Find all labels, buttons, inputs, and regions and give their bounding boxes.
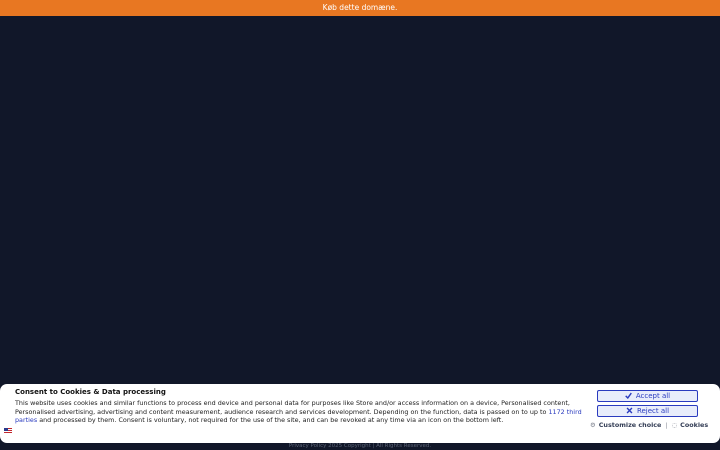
reject-all-button[interactable]: Reject all: [597, 405, 698, 417]
privacy-policy-link[interactable]: Privacy Policy: [289, 443, 326, 449]
options-separator: |: [665, 421, 668, 429]
buy-domain-banner[interactable]: Køb dette domæne.: [0, 0, 720, 16]
consent-description: This website uses cookies and similar fu…: [15, 399, 585, 425]
consent-text-part-1: This website uses cookies and similar fu…: [15, 399, 570, 416]
customize-choice-button[interactable]: ⚙ Customize choice: [590, 421, 661, 429]
footer: Privacy Policy 2025 Copyright | All Righ…: [0, 442, 720, 450]
cookies-button[interactable]: ◌ Cookies: [672, 421, 709, 429]
customize-choice-label: Customize choice: [598, 421, 662, 429]
copyright-text: 2025 Copyright | All Rights Reserved.: [328, 443, 432, 449]
cookies-label: Cookies: [680, 421, 709, 429]
reject-all-label: Reject all: [636, 407, 670, 415]
cookie-icon: ◌: [671, 421, 678, 429]
close-icon: [626, 407, 633, 414]
accept-all-button[interactable]: Accept all: [597, 390, 698, 402]
consent-text-part-2: and processed by them. Consent is volunt…: [37, 416, 504, 425]
accept-all-label: Accept all: [635, 392, 671, 400]
consent-title: Consent to Cookies & Data processing: [15, 388, 166, 396]
us-flag-icon[interactable]: [4, 428, 12, 434]
checkmark-icon: [625, 392, 632, 400]
buy-domain-text[interactable]: Køb dette domæne.: [323, 3, 398, 12]
consent-options: ⚙ Customize choice | ◌ Cookies: [590, 421, 710, 430]
gear-icon: ⚙: [590, 421, 596, 429]
